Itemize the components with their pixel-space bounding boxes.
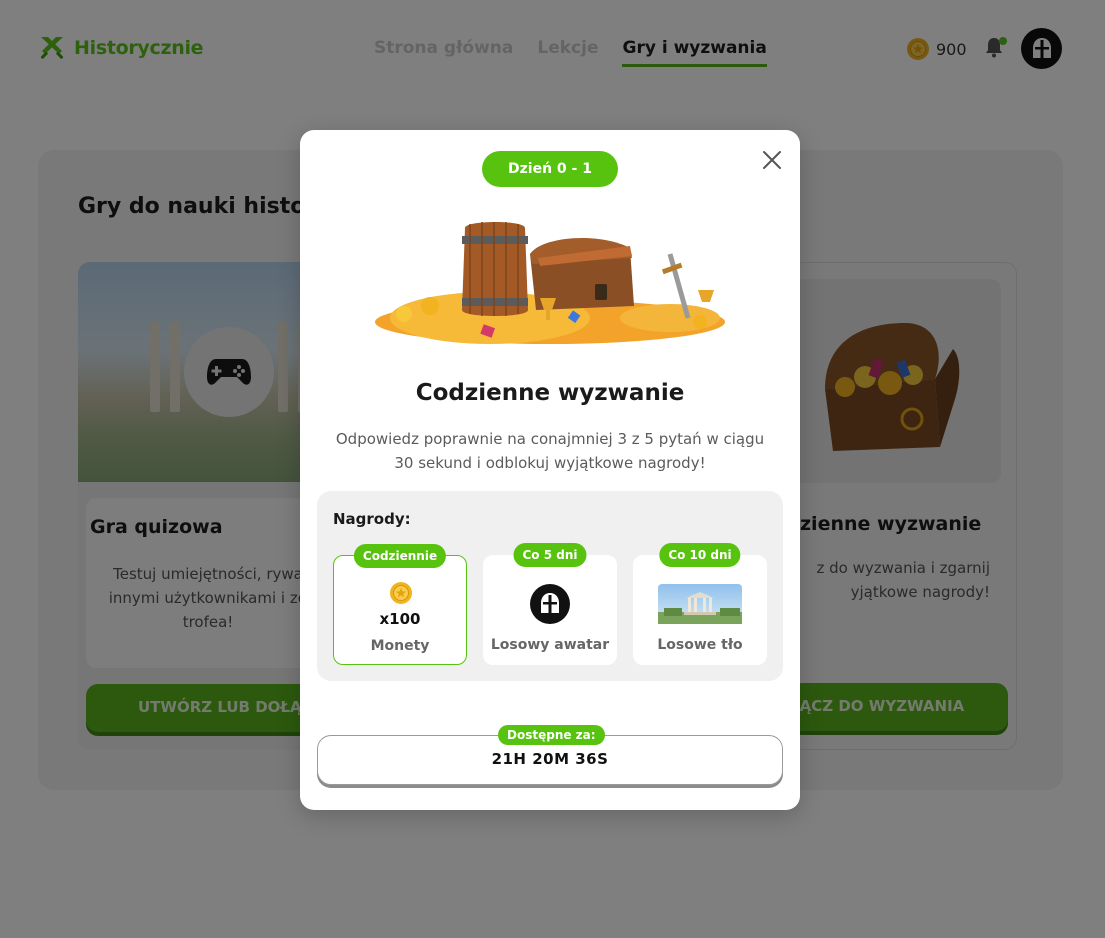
reward-coins: Codziennie x100 Monety	[333, 544, 467, 665]
coin-icon	[390, 582, 412, 604]
knight-helmet-icon	[541, 593, 559, 613]
background-image-icon	[658, 584, 742, 624]
rewards-title: Nagrody:	[333, 510, 411, 528]
availability-timer: Dostępne za: 21H 20M 36S	[317, 725, 783, 785]
reward-frequency-badge: Co 5 dni	[513, 543, 587, 567]
day-badge: Dzień 0 - 1	[482, 151, 618, 187]
reward-name: Monety	[370, 638, 430, 654]
close-icon	[763, 151, 781, 169]
reward-avatar: Co 5 dni Losowy awatar	[483, 543, 617, 665]
avatar-icon	[530, 584, 570, 624]
reward-name: Losowy awatar	[490, 637, 610, 653]
reward-background: Co 10 dni Losowe tło	[633, 543, 767, 665]
modal-description: Odpowiedz poprawnie na conajmniej 3 z 5 …	[335, 430, 765, 472]
reward-name: Losowe tło	[657, 637, 743, 653]
reward-quantity: x100	[379, 610, 421, 628]
reward-frequency-badge: Co 10 dni	[659, 543, 741, 567]
timer-label: Dostępne za:	[498, 725, 605, 745]
close-button[interactable]	[758, 146, 786, 174]
treasure-illustration	[375, 222, 725, 344]
timer-value: 21H 20M 36S	[491, 750, 609, 768]
daily-challenge-modal: Dzień 0 - 1 Codzienne wyzwanie Odpowiedz…	[300, 130, 800, 810]
rewards-section: Nagrody: Codziennie x100 Monety Co 5 dni…	[317, 491, 783, 681]
modal-title: Codzienne wyzwanie	[415, 380, 685, 406]
reward-frequency-badge: Codziennie	[353, 544, 447, 568]
